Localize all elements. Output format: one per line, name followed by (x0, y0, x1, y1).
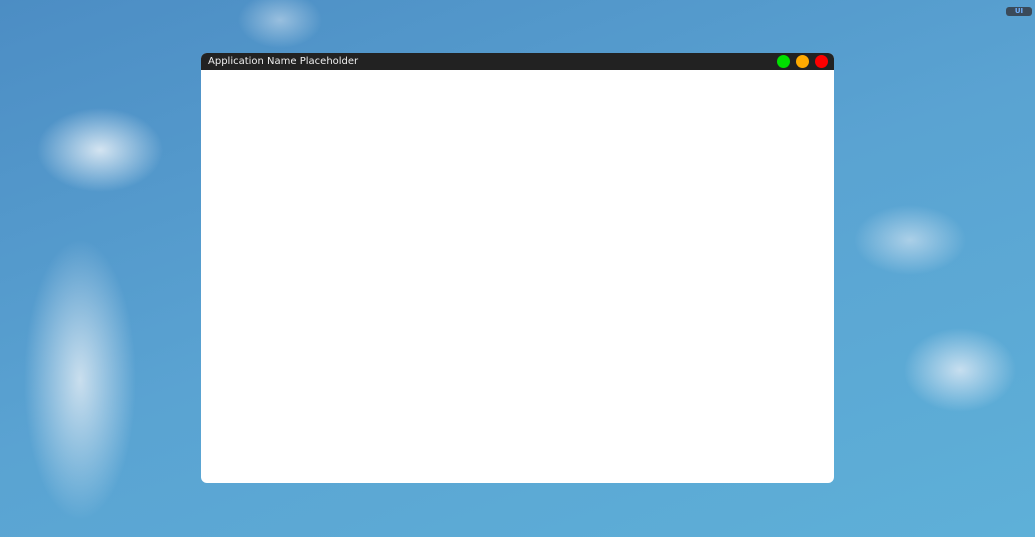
maximize-button[interactable] (777, 55, 790, 68)
app-window: Application Name Placeholder (201, 53, 834, 483)
close-button[interactable] (815, 55, 828, 68)
minimize-button[interactable] (796, 55, 809, 68)
title-bar[interactable]: Application Name Placeholder (201, 53, 834, 70)
ui-badge[interactable]: UI (1006, 7, 1032, 16)
window-title: Application Name Placeholder (208, 56, 359, 67)
